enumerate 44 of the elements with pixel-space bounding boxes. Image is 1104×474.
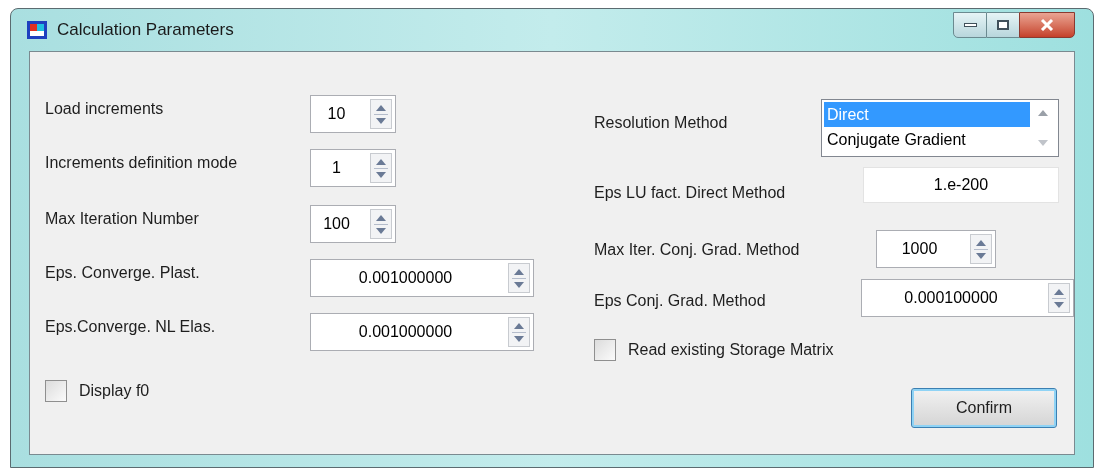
spin-value[interactable]: 0.001000000 (311, 260, 508, 296)
checkbox[interactable] (45, 380, 67, 402)
spin-arrows-icon[interactable] (370, 153, 392, 183)
close-icon (1040, 19, 1054, 31)
close-button[interactable] (1019, 12, 1075, 38)
spin-arrows-icon[interactable] (1048, 283, 1070, 313)
spin-box[interactable]: 10 (310, 95, 396, 133)
spin-box[interactable]: 0.001000000 (310, 259, 534, 297)
list-item[interactable]: Conjugate Gradient (824, 127, 1030, 152)
field-label: Eps LU fact. Direct Method (594, 183, 787, 203)
list-box[interactable]: Direct Conjugate Gradient (821, 99, 1059, 157)
spin-box[interactable]: 1000 (876, 230, 996, 268)
spin-value[interactable]: 0.001000000 (311, 314, 508, 350)
field-label: Eps Conj. Grad. Method (594, 291, 767, 311)
field-label: Eps. Converge. Plast. (45, 263, 201, 283)
minimize-button[interactable] (953, 12, 987, 38)
text-field[interactable]: 1.e-200 (863, 167, 1059, 203)
app-icon (27, 21, 47, 39)
field-label: Resolution Method (594, 113, 729, 133)
spin-arrows-icon[interactable] (508, 263, 530, 293)
spin-value[interactable]: 10 (311, 96, 370, 132)
checkbox[interactable] (594, 339, 616, 361)
confirm-button[interactable]: Confirm (911, 388, 1057, 428)
checkbox-label: Display f0 (79, 381, 150, 401)
spin-box[interactable]: 100 (310, 205, 396, 243)
field-label: Max Iter. Conj. Grad. Method (594, 240, 801, 260)
field-label: Max Iteration Number (45, 209, 200, 229)
spin-arrows-icon[interactable] (508, 317, 530, 347)
spin-value[interactable]: 100 (311, 206, 370, 242)
spin-arrows-icon[interactable] (370, 209, 392, 239)
spin-arrows-icon[interactable] (970, 234, 992, 264)
spin-arrows-icon[interactable] (370, 99, 392, 129)
spin-box[interactable]: 0.000100000 (861, 279, 1074, 317)
spin-value[interactable]: 1 (311, 150, 370, 186)
window-title: Calculation Parameters (57, 19, 234, 42)
field-label: Eps.Converge. NL Elas. (45, 317, 217, 337)
checkbox-label: Read existing Storage Matrix (628, 340, 834, 360)
field-label: Increments definition mode (45, 153, 239, 173)
maximize-button[interactable] (987, 12, 1019, 38)
spin-box[interactable]: 0.001000000 (310, 313, 534, 351)
spin-value[interactable]: 0.000100000 (862, 280, 1048, 316)
spin-value[interactable]: 1000 (877, 231, 970, 267)
field-label: Load increments (45, 99, 165, 119)
spin-box[interactable]: 1 (310, 149, 396, 187)
